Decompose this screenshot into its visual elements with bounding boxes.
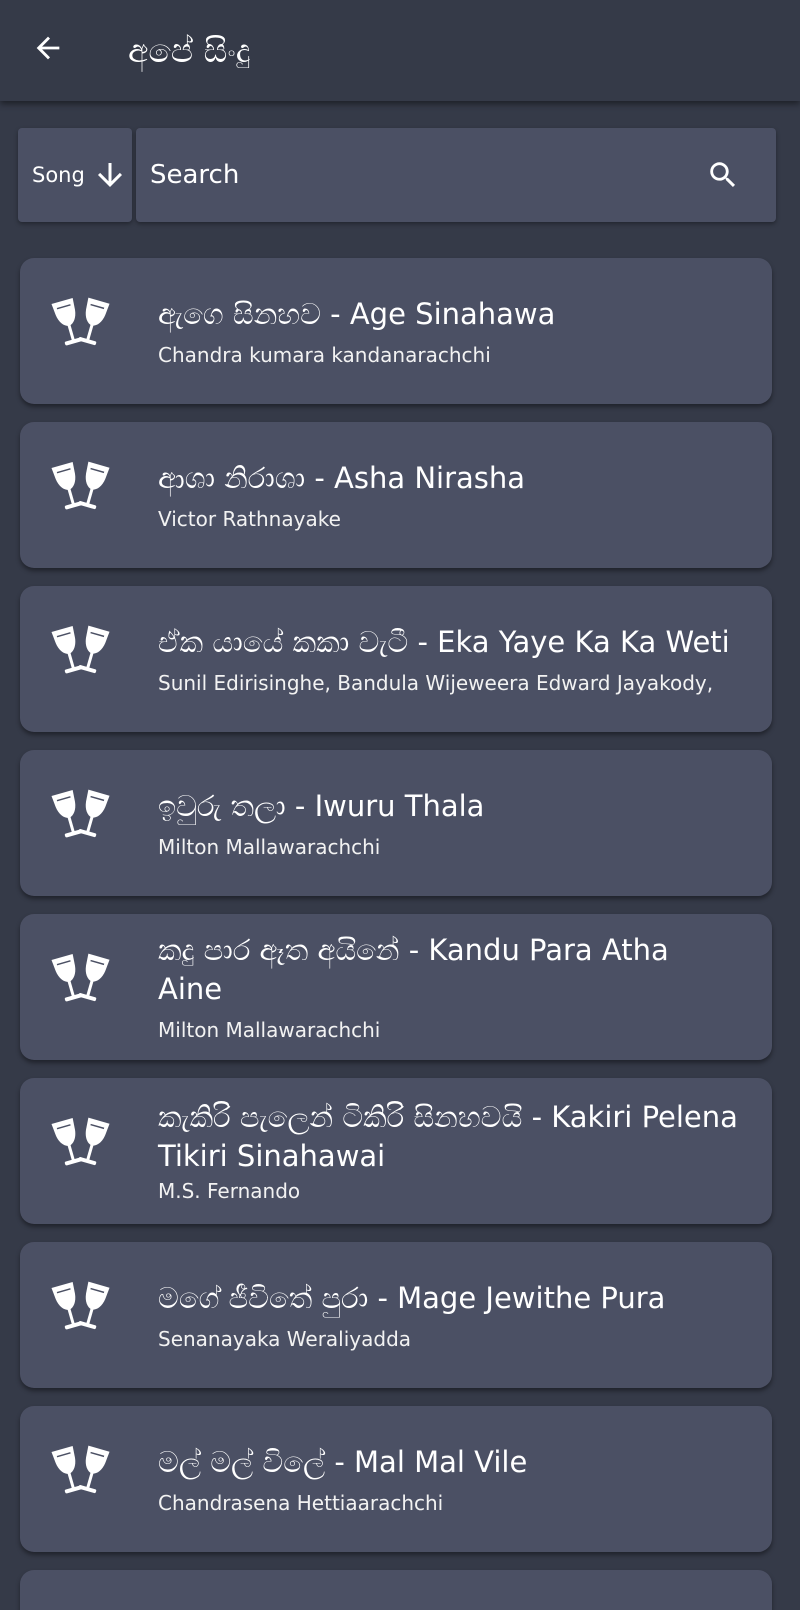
clinking-glasses-icon xyxy=(48,458,114,518)
song-artist: Chandra kumara kandanarachchi xyxy=(158,342,491,367)
song-artist: Victor Rathnayake xyxy=(158,506,341,531)
search-button[interactable] xyxy=(698,150,748,200)
clinking-glasses-icon xyxy=(48,294,114,354)
song-title: ඇගෙ සිනහව - Age Sinahawa xyxy=(158,296,556,331)
song-artist: Milton Mallawarachchi xyxy=(158,1018,381,1042)
arrow-left-icon xyxy=(36,36,60,60)
song-card[interactable]: මල් මල් විලේ - Mal Mal Vile Chandrasena … xyxy=(20,1406,772,1552)
search-icon xyxy=(710,162,736,188)
song-artist: Chandrasena Hettiaarachchi xyxy=(158,1490,444,1515)
song-title: ඉවුරු තලා - Iwuru Thala xyxy=(158,788,485,823)
clinking-glasses-icon xyxy=(48,950,114,1010)
song-title: කදු පාර ඈත අයිනේ - Kandu Para Atha Aine xyxy=(158,933,669,1006)
song-artist: Sunil Edirisinghe, Bandula Wijeweera Edw… xyxy=(158,670,714,695)
song-card[interactable]: ඒක යායේ කකා වැටී - Eka Yaye Ka Ka Weti S… xyxy=(20,586,772,732)
song-artist: Milton Mallawarachchi xyxy=(158,834,381,859)
song-title: මගේ ජීවිතේ පුරා - Mage Jewithe Pura xyxy=(158,1280,666,1315)
arrow-down-icon xyxy=(98,163,122,187)
clinking-glasses-icon xyxy=(48,786,114,846)
clinking-glasses-icon xyxy=(48,1278,114,1338)
song-card[interactable]: මගේ ජීවිතේ පුරා - Mage Jewithe Pura Sena… xyxy=(20,1242,772,1388)
song-card[interactable]: ආශා නිරාශා - Asha Nirasha Victor Rathnay… xyxy=(20,422,772,568)
search-box xyxy=(136,128,776,222)
song-card[interactable]: කැකිරි පැලෙන් ටිකිරි සිනහවයි - Kakiri Pe… xyxy=(20,1078,772,1224)
song-card[interactable]: ඇගෙ සිනහව - Age Sinahawa Chandra kumara … xyxy=(20,258,772,404)
song-title: කැකිරි පැලෙන් ටිකිරි සිනහවයි - Kakiri Pe… xyxy=(158,1100,738,1173)
song-title: ආශා නිරාශා - Asha Nirasha xyxy=(158,460,526,495)
sort-label: Song xyxy=(32,163,85,187)
song-card-partial[interactable] xyxy=(20,1570,772,1610)
song-card[interactable]: ඉවුරු තලා - Iwuru Thala Milton Mallawara… xyxy=(20,750,772,896)
song-title: ඒක යායේ කකා වැටී - Eka Yaye Ka Ka Weti xyxy=(158,624,730,659)
app-title: අපේ සිංදු xyxy=(128,31,251,70)
search-row: Song xyxy=(18,128,776,222)
search-input[interactable] xyxy=(150,128,680,222)
song-title: මල් මල් විලේ - Mal Mal Vile xyxy=(158,1444,528,1479)
app-bar: අපේ සිංදු xyxy=(0,0,800,101)
back-button[interactable] xyxy=(20,20,76,76)
song-card[interactable]: කදු පාර ඈත අයිනේ - Kandu Para Atha Aine … xyxy=(20,914,772,1060)
song-artist: Senanayaka Weraliyadda xyxy=(158,1326,412,1351)
clinking-glasses-icon xyxy=(48,1114,114,1174)
song-artist: M.S. Fernando xyxy=(158,1179,301,1203)
clinking-glasses-icon xyxy=(48,622,114,682)
sort-button[interactable]: Song xyxy=(18,128,132,222)
clinking-glasses-icon xyxy=(48,1442,114,1502)
